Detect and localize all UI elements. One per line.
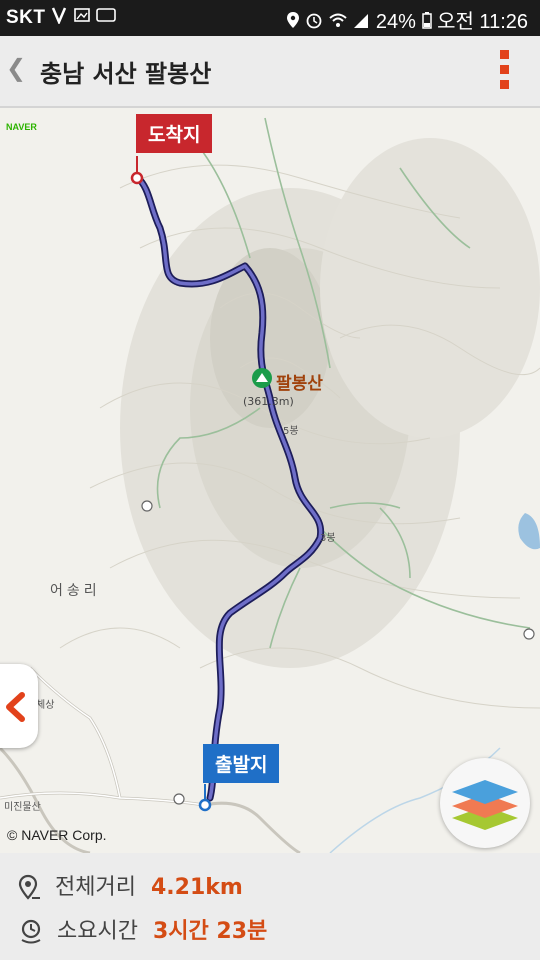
village-label: 어송리 <box>50 583 101 599</box>
distance-pin-icon <box>18 874 40 900</box>
end-flag[interactable]: 도착지 <box>136 114 213 153</box>
peak-elevation: (361.3m) <box>243 395 294 408</box>
map-label-5bong: 5봉 <box>283 426 299 437</box>
start-flag[interactable]: 출발지 <box>203 744 280 783</box>
status-left: SKT <box>6 6 117 30</box>
map-layers-button[interactable] <box>440 758 530 848</box>
duration-value: 3시간 23분 <box>152 919 268 944</box>
battery-icon <box>421 11 432 35</box>
signal-icon <box>352 11 370 35</box>
page-title: 충남 서산 팔봉산 <box>40 60 212 88</box>
more-menu-icon[interactable] <box>500 50 510 94</box>
map-copyright: © NAVER Corp. <box>7 827 107 843</box>
route-info-panel: 전체거리 4.21km 소요시간 3시간 23분 <box>0 853 540 960</box>
end-point <box>130 171 144 185</box>
status-bar: SKT 24% 오전 11:26 <box>0 0 540 36</box>
map-label-chesang: 체상 <box>36 700 55 711</box>
wifi-icon <box>329 11 347 35</box>
layers-icon <box>452 780 518 830</box>
distance-value: 4.21km <box>150 875 243 900</box>
back-icon[interactable]: ❮ <box>6 54 26 82</box>
naver-logo: NAVER <box>6 122 37 132</box>
side-panel-toggle[interactable] <box>0 664 38 748</box>
app-header: ❮ 충남 서산 팔봉산 <box>0 36 540 108</box>
duration-label: 소요시간 <box>57 919 138 944</box>
distance-row: 전체거리 4.21km <box>18 869 243 903</box>
distance-label: 전체거리 <box>55 875 136 900</box>
map-view[interactable]: NAVER 도착지 출발지 팔봉산 (361.3m) 어송리 5봉 3봉 체상 … <box>0 108 540 853</box>
chevron-left-icon <box>6 692 25 722</box>
map-label-mijin: 미진물산 <box>4 802 41 813</box>
map-label-3bong: 3봉 <box>320 533 336 544</box>
map-canvas <box>0 117 540 853</box>
location-icon <box>286 11 300 35</box>
peak-name: 팔봉산 <box>276 374 323 394</box>
alarm-icon <box>305 11 323 35</box>
start-point <box>198 798 212 812</box>
clock-time: 오전 11:26 <box>437 11 528 33</box>
status-right: 24% 오전 11:26 <box>286 5 528 35</box>
duration-row: 소요시간 3시간 23분 <box>18 913 267 947</box>
battery-percent: 24% <box>375 11 416 33</box>
notification-icons <box>51 6 117 30</box>
carrier-label: SKT <box>6 7 46 29</box>
clock-icon <box>21 919 41 944</box>
